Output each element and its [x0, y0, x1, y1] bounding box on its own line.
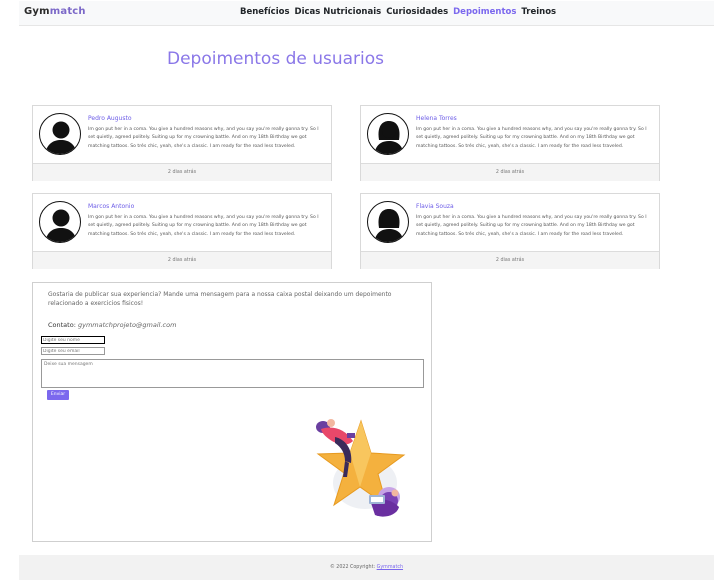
avatar-female-icon: [367, 113, 409, 155]
testimonial-text: Im gon put her in a coma. You give a hun…: [88, 127, 319, 149]
testimonial-name: Helena Torres: [416, 115, 457, 122]
brand-logo[interactable]: Gymmatch: [24, 6, 86, 17]
footer-brand-link[interactable]: Gymmatch: [377, 565, 403, 570]
testimonial-card: Helena Torres Im gon put her in a coma. …: [360, 105, 660, 181]
brand-text-match: match: [49, 6, 86, 17]
contact-label: Contato:: [48, 321, 76, 329]
avatar-male-icon: [39, 201, 81, 243]
testimonial-name: Flavia Souza: [416, 203, 454, 210]
nav-links: Benefícios Dicas Nutricionais Curiosidad…: [240, 7, 561, 17]
email-input[interactable]: [41, 347, 105, 355]
nav-link-treinos[interactable]: Treinos: [521, 7, 556, 17]
copyright-text: © 2022 Copyright:: [329, 565, 377, 570]
testimonial-text: Im gon put her in a coma. You give a hun…: [88, 215, 319, 237]
testimonial-text: Im gon put her in a coma. You give a hun…: [416, 215, 647, 237]
message-textarea[interactable]: [41, 359, 424, 388]
testimonial-name: Marcos Antonio: [88, 203, 135, 210]
nav-link-dicas-nutricionais[interactable]: Dicas Nutricionais: [295, 7, 382, 17]
testimonial-time: 2 dias atrás: [361, 251, 659, 269]
testimonial-body: Pedro Augusto Im gon put her in a coma. …: [33, 106, 331, 162]
nav-link-curiosidades[interactable]: Curiosidades: [386, 7, 448, 17]
testimonial-body: Marcos Antonio Im gon put her in a coma.…: [33, 194, 331, 250]
testimonial-card: Pedro Augusto Im gon put her in a coma. …: [32, 105, 332, 181]
testimonial-name: Pedro Augusto: [88, 115, 132, 122]
page-title: Depoimentos de usuarios: [167, 49, 385, 69]
testimonial-time: 2 dias atrás: [33, 251, 331, 269]
footer: © 2022 Copyright: Gymmatch: [19, 555, 714, 580]
testimonial-time: 2 dias atrás: [361, 163, 659, 181]
navbar: Gymmatch Benefícios Dicas Nutricionais C…: [19, 1, 714, 26]
avatar-male-icon: [39, 113, 81, 155]
submit-testimonial-form: Gostaria de publicar sua experiencia? Ma…: [32, 282, 432, 542]
star-illustration-image: [316, 419, 406, 517]
testimonial-text: Im gon put her in a coma. You give a hun…: [416, 127, 647, 149]
testimonial-body: Flavia Souza Im gon put her in a coma. Y…: [361, 194, 659, 250]
testimonial-body: Helena Torres Im gon put her in a coma. …: [361, 106, 659, 162]
contact-info: Contato: gymmatchprojeto@gmail.com: [48, 321, 176, 329]
testimonial-card: Marcos Antonio Im gon put her in a coma.…: [32, 193, 332, 269]
brand-text-gym: Gym: [24, 6, 50, 17]
nav-link-depoimentos[interactable]: Depoimentos: [453, 7, 516, 17]
name-input[interactable]: [41, 336, 105, 344]
nav-link-beneficios[interactable]: Benefícios: [240, 7, 290, 17]
form-intro-text: Gostaria de publicar sua experiencia? Ma…: [48, 291, 392, 307]
submit-button[interactable]: Enviar: [47, 390, 69, 400]
testimonial-card: Flavia Souza Im gon put her in a coma. Y…: [360, 193, 660, 269]
contact-email: gymmatchprojeto@gmail.com: [77, 321, 177, 329]
testimonial-time: 2 dias atrás: [33, 163, 331, 181]
avatar-female-icon: [367, 201, 409, 243]
